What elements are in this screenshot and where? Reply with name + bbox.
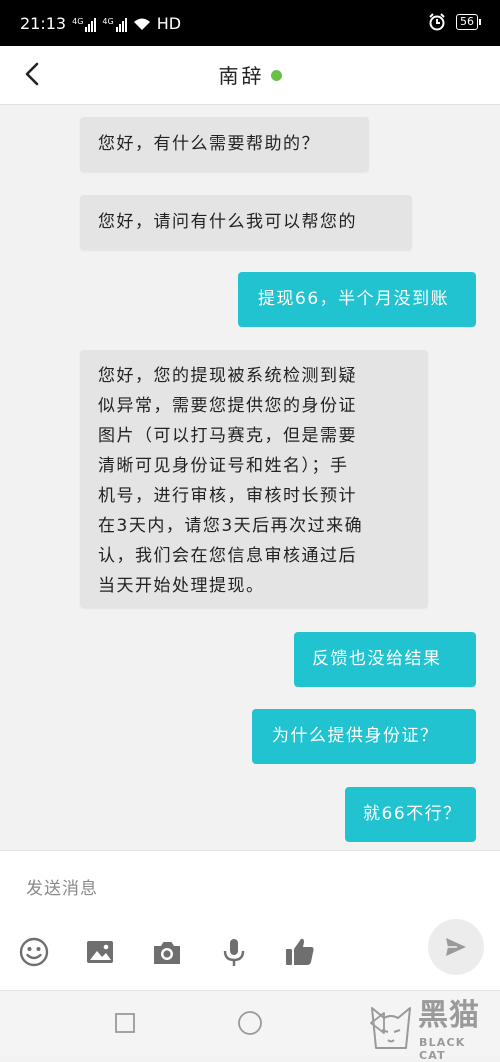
microphone-icon[interactable] <box>218 936 250 968</box>
battery-icon: 56 <box>456 14 481 30</box>
message-bubble-outgoing: 提现66，半个月没到账 <box>238 272 476 327</box>
message-bubble-incoming: 您好，有什么需要帮助的？ <box>80 117 369 172</box>
send-icon <box>446 938 466 956</box>
status-time: 21:13 <box>20 14 67 33</box>
message-line: 认，我们会在您信息审核通过后 <box>98 546 357 566</box>
message-bubble-outgoing: 反馈也没给结果 <box>294 632 476 687</box>
thumbs-up-icon[interactable] <box>284 936 316 968</box>
message-line: 在3天内，请您3天后再次过来确 <box>98 516 364 536</box>
black-cat-watermark: 黑猫 BLACK CAT <box>368 998 494 1062</box>
wifi-icon <box>133 18 150 30</box>
online-status-dot <box>270 70 282 81</box>
message-text: 为什么提供身份证？ <box>272 726 439 746</box>
watermark-brand-en: BLACK CAT <box>419 1036 466 1062</box>
message-text: 提现66，半个月没到账 <box>258 289 450 309</box>
image-icon[interactable] <box>84 936 116 968</box>
message-text: 您好，请问有什么我可以帮您的 <box>98 212 357 232</box>
message-line: 似异常，需要您提供您的身份证 <box>98 396 357 416</box>
status-bar: 21:13 4G 4G HD 56 <box>0 0 500 46</box>
signal-icon: 4G <box>102 16 127 32</box>
emoji-icon[interactable] <box>18 936 50 968</box>
composer <box>0 850 500 991</box>
message-line: 机号，进行审核，审核时长预计 <box>98 486 357 506</box>
home-icon[interactable] <box>236 1009 264 1037</box>
message-line: 您好，您的提现被系统检测到疑 <box>98 366 357 386</box>
message-line: 清晰可见身份证号和姓名）；手 <box>98 456 349 476</box>
hd-badge: HD <box>156 14 182 33</box>
alarm-icon <box>429 13 445 31</box>
message-text: 您好，有什么需要帮助的？ <box>98 134 320 154</box>
message-line: 当天开始处理提现。 <box>98 576 265 596</box>
camera-icon[interactable] <box>151 936 183 968</box>
message-bubble-outgoing: 就66不行？ <box>345 787 476 842</box>
watermark-brand: 黑猫 <box>418 998 480 1033</box>
chat-header: 南辞 <box>0 46 500 105</box>
message-text: 就66不行？ <box>363 804 462 824</box>
recent-apps-icon[interactable] <box>113 1011 137 1035</box>
message-bubble-outgoing: 为什么提供身份证？ <box>252 709 476 764</box>
message-input[interactable] <box>24 873 408 905</box>
message-text: 反馈也没给结果 <box>312 649 442 669</box>
message-bubble-incoming: 您好，请问有什么我可以帮您的 <box>80 195 412 250</box>
chat-title: 南辞 <box>218 64 265 88</box>
send-button[interactable] <box>428 919 484 975</box>
message-line: 图片（可以打马赛克，但是需要 <box>98 426 357 446</box>
cat-logo-icon <box>371 1007 411 1049</box>
signal-icon: 4G <box>72 16 97 32</box>
message-bubble-incoming: 您好，您的提现被系统检测到疑 似异常，需要您提供您的身份证 图片（可以打马赛克，… <box>80 350 428 608</box>
